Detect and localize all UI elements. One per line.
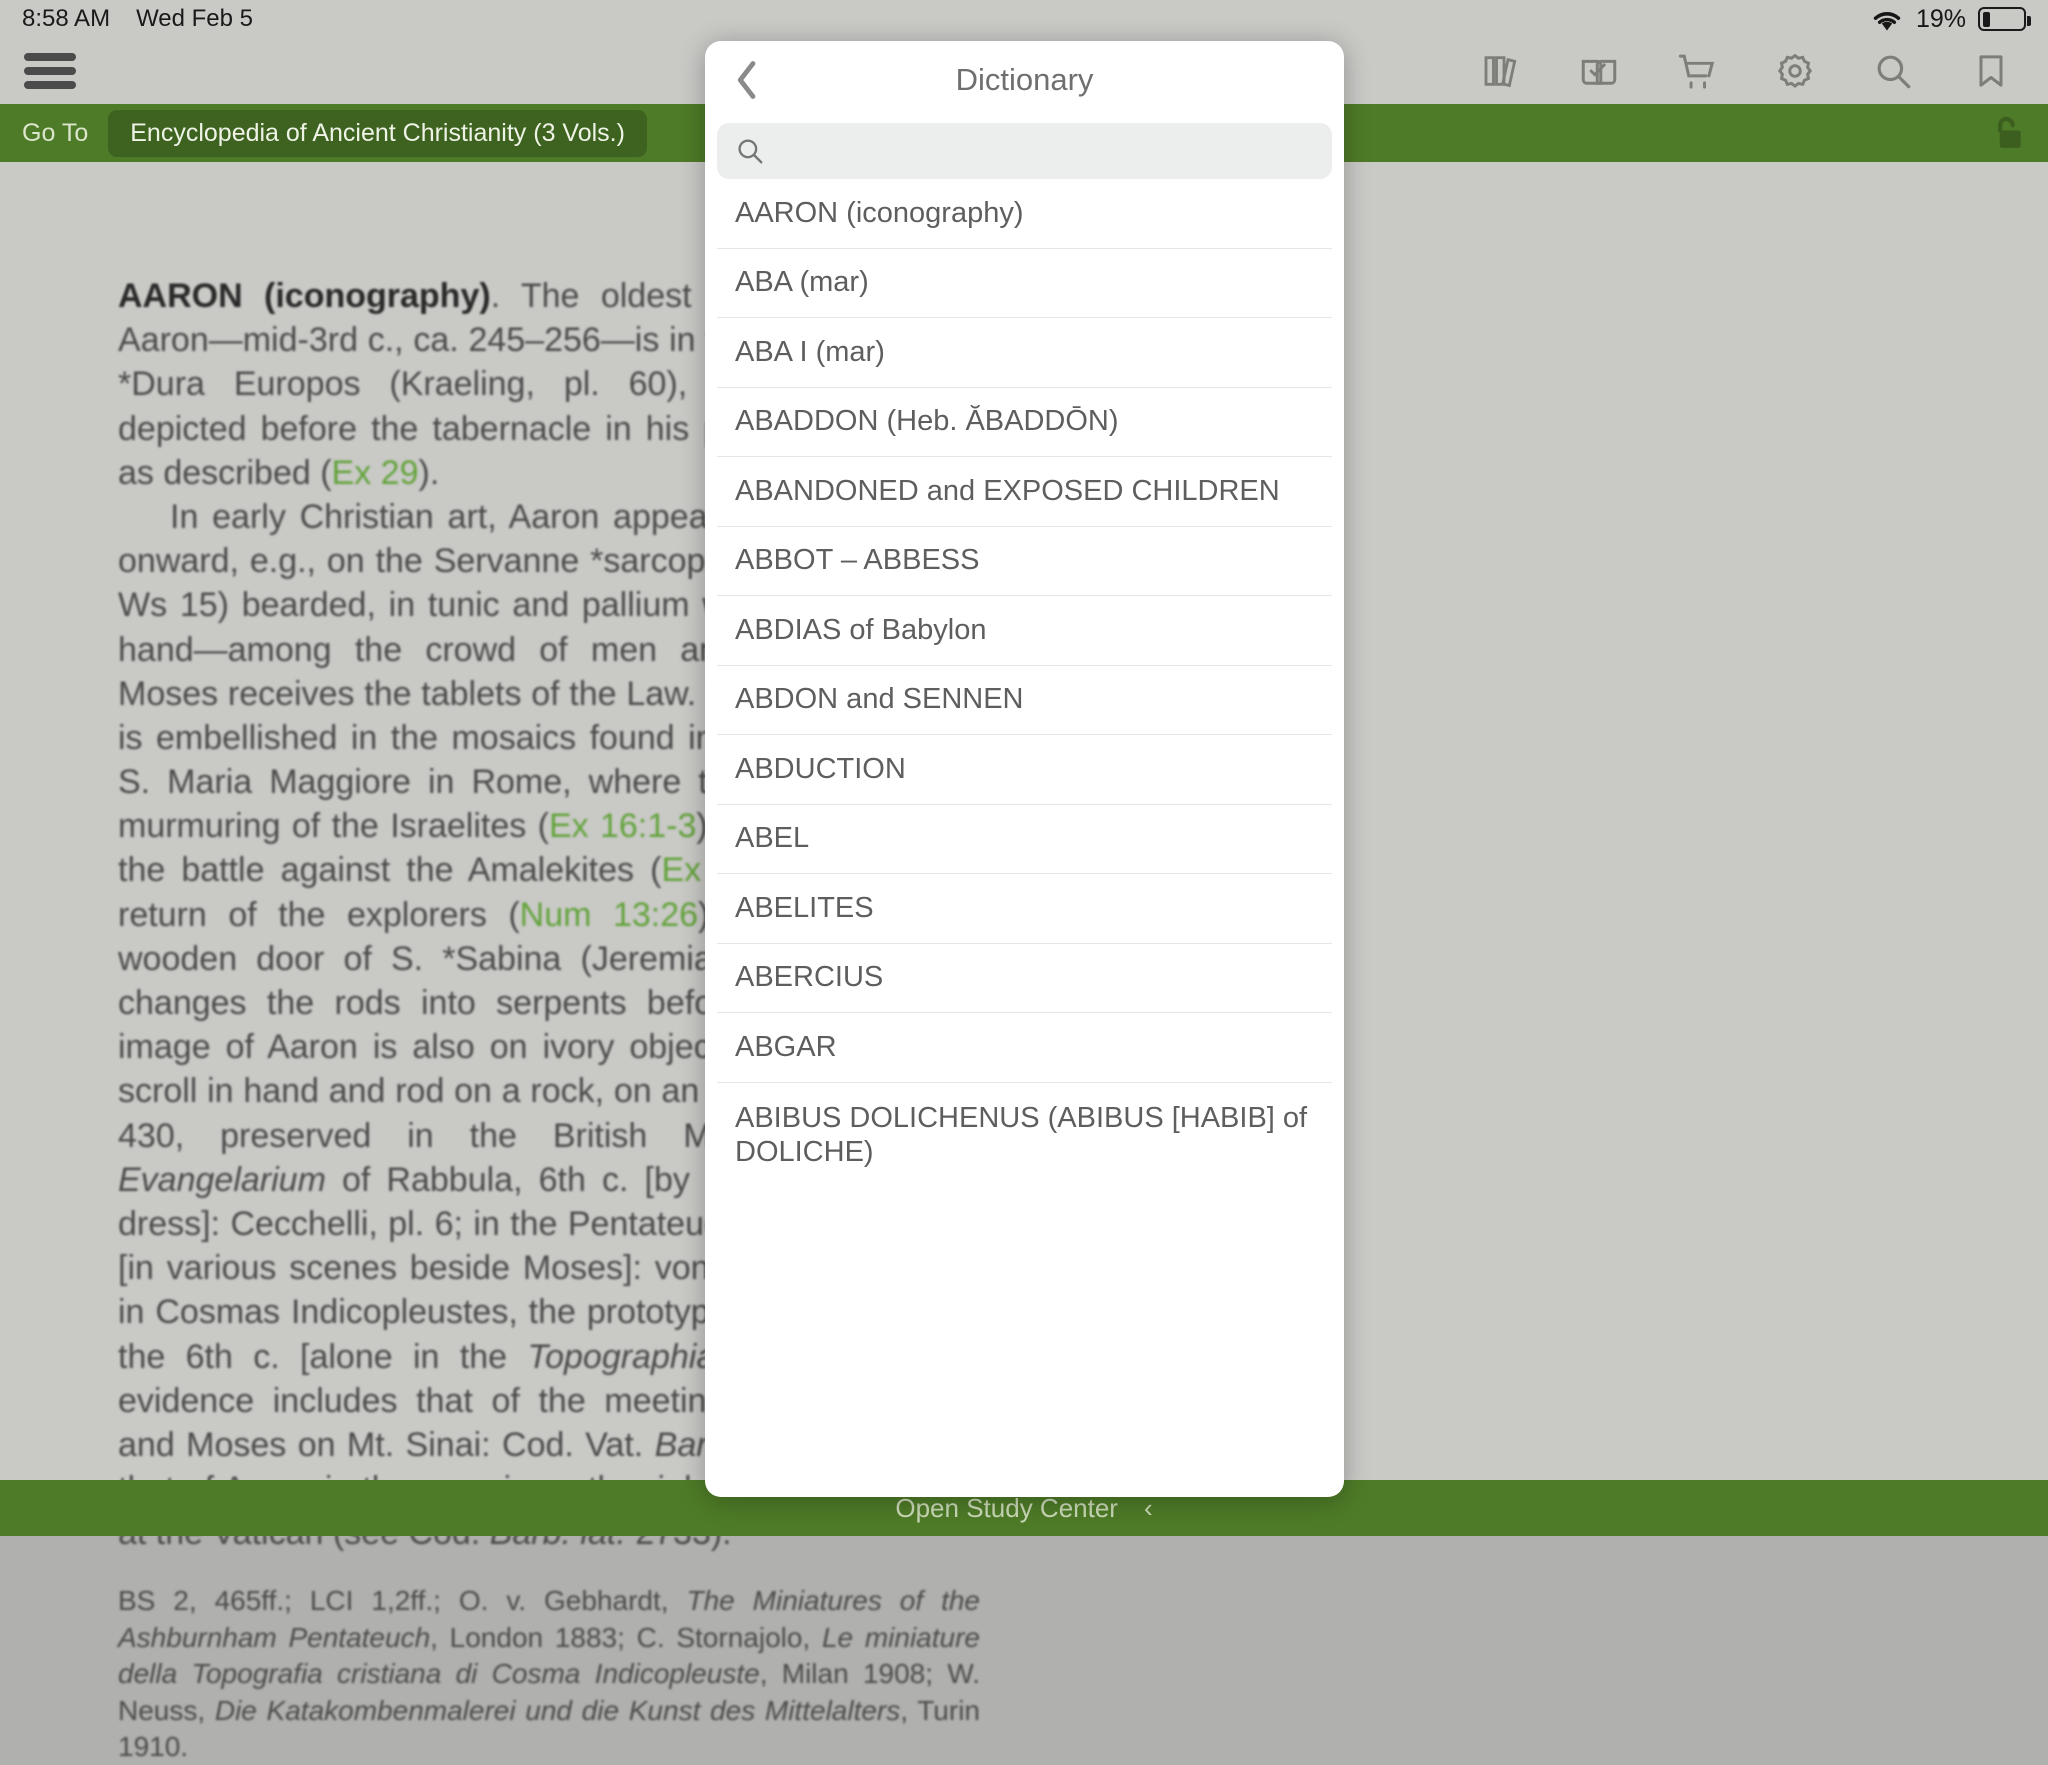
- document-bibliography: BS 2, 465ff.; LCI 1,2ff.; O. v. Gebhardt…: [118, 1583, 980, 1765]
- list-item[interactable]: ABELITES: [717, 874, 1332, 944]
- chevron-left-icon[interactable]: ‹: [1144, 1493, 1153, 1524]
- wifi-icon: [1870, 7, 1904, 32]
- list-item[interactable]: ABGAR: [717, 1013, 1332, 1083]
- list-item[interactable]: ABADDON (Heb. ĂBADDŌN): [717, 388, 1332, 458]
- bookmark-icon[interactable]: [1968, 48, 2014, 94]
- back-chevron-icon[interactable]: [727, 58, 767, 102]
- list-item[interactable]: ABANDONED and EXPOSED CHILDREN: [717, 457, 1332, 527]
- battery-percent-label: 19%: [1916, 5, 1966, 34]
- list-item[interactable]: ABBOT – ABBESS: [717, 527, 1332, 597]
- search-icon: [735, 136, 765, 166]
- list-item[interactable]: ABERCIUS: [717, 944, 1332, 1014]
- library-icon[interactable]: [1478, 48, 1524, 94]
- store-cart-icon[interactable]: [1674, 48, 1720, 94]
- list-item[interactable]: ABDON and SENNEN: [717, 666, 1332, 736]
- toolbar-icon-group: [1478, 48, 2024, 94]
- modal-title: Dictionary: [705, 62, 1344, 98]
- status-bar-time: 8:58 AM: [22, 5, 110, 33]
- dictionary-search-input[interactable]: [779, 136, 1314, 167]
- list-item[interactable]: ABA (mar): [717, 249, 1332, 319]
- list-item[interactable]: AARON (iconography): [717, 179, 1332, 249]
- status-bar-date: Wed Feb 5: [136, 5, 253, 33]
- search-icon[interactable]: [1870, 48, 1916, 94]
- status-bar: 8:58 AM Wed Feb 5 19%: [0, 0, 2048, 38]
- reading-plan-icon[interactable]: [1576, 48, 1622, 94]
- list-item[interactable]: ABDIAS of Babylon: [717, 596, 1332, 666]
- modal-header: Dictionary: [705, 41, 1344, 119]
- list-item[interactable]: ABDUCTION: [717, 735, 1332, 805]
- settings-gear-icon[interactable]: [1772, 48, 1818, 94]
- dictionary-search-field[interactable]: [717, 123, 1332, 179]
- book-title-pill[interactable]: Encyclopedia of Ancient Christianity (3 …: [108, 110, 647, 157]
- search-field-wrap: [705, 119, 1344, 179]
- battery-low-icon: [1978, 7, 2026, 31]
- study-center-label: Open Study Center: [895, 1493, 1118, 1524]
- dictionary-modal: Dictionary AARON (iconography) ABA (mar)…: [705, 41, 1344, 1497]
- list-item[interactable]: ABEL: [717, 805, 1332, 875]
- list-item[interactable]: ABIBUS DOLICHENUS (ABIBUS [HABIB] of DOL…: [717, 1083, 1332, 1171]
- hamburger-menu-icon[interactable]: [24, 53, 76, 89]
- list-item[interactable]: ABA I (mar): [717, 318, 1332, 388]
- goto-label: Go To: [22, 119, 88, 148]
- dictionary-entry-list[interactable]: AARON (iconography) ABA (mar) ABA I (mar…: [705, 179, 1344, 1497]
- unlock-icon[interactable]: [1984, 111, 2026, 155]
